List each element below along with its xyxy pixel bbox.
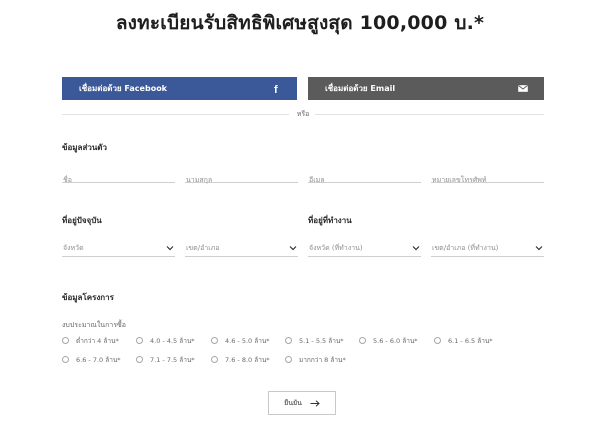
phone-input[interactable] — [431, 172, 545, 188]
budget-radio[interactable]: 6.6 - 7.0 ล้าน* — [62, 354, 121, 365]
budget-radio[interactable]: 7.1 - 7.5 ล้าน* — [136, 354, 195, 365]
radio-circle[interactable] — [359, 337, 366, 344]
current-district-select[interactable]: เขต/อำเภอ — [185, 241, 298, 257]
current-province-select[interactable]: จังหวัด — [62, 241, 175, 257]
budget-radio-label: 6.1 - 6.5 ล้าน* — [448, 336, 493, 345]
last-name-field[interactable] — [185, 167, 299, 188]
personal-info-title: ข้อมูลส่วนตัว — [62, 143, 107, 152]
budget-radio[interactable]: มากกว่า 8 ล้าน* — [285, 354, 346, 365]
budget-radio[interactable]: 5.6 - 6.0 ล้าน* — [359, 335, 418, 346]
project-info-title: ข้อมูลโครงการ — [62, 293, 114, 302]
budget-radio[interactable]: 7.6 - 8.0 ล้าน* — [211, 354, 270, 365]
radio-circle[interactable] — [136, 337, 143, 344]
work-address-title: ที่อยู่ที่ทำงาน — [308, 216, 352, 225]
radio-circle[interactable] — [285, 356, 292, 363]
submit-label: ยืนยัน — [284, 398, 302, 407]
divider-line-right — [315, 114, 544, 115]
facebook-connect-button[interactable]: เชื่อมต่อด้วย Facebook f — [62, 77, 297, 100]
budget-radio-label: 5.6 - 6.0 ล้าน* — [373, 336, 418, 345]
email-field[interactable] — [308, 167, 422, 188]
current-province-value: จังหวัด — [63, 244, 84, 252]
budget-radio-label: มากกว่า 8 ล้าน* — [299, 355, 346, 364]
radio-circle[interactable] — [62, 337, 69, 344]
arrow-right-icon — [310, 399, 320, 407]
budget-radio-label: 7.1 - 7.5 ล้าน* — [150, 355, 195, 364]
envelope-icon — [518, 77, 528, 100]
budget-radio[interactable]: 5.1 - 5.5 ล้าน* — [285, 335, 344, 346]
email-input[interactable] — [308, 172, 422, 188]
budget-radio[interactable]: ต่ำกว่า 4 ล้าน* — [62, 335, 119, 346]
email-connect-button[interactable]: เชื่อมต่อด้วย Email — [308, 77, 544, 100]
first-name-input[interactable] — [62, 172, 176, 188]
radio-circle[interactable] — [285, 337, 292, 344]
work-district-value: เขต/อำเภอ (ที่ทำงาน) — [432, 244, 499, 252]
radio-circle[interactable] — [434, 337, 441, 344]
facebook-connect-label: เชื่อมต่อด้วย Facebook — [79, 84, 168, 93]
page-title: ลงทะเบียนรับสิทธิพิเศษสูงสุด 100,000 บ.* — [115, 12, 485, 34]
budget-radio-label: ต่ำกว่า 4 ล้าน* — [76, 336, 119, 345]
email-connect-label: เชื่อมต่อด้วย Email — [325, 84, 396, 93]
svg-text:f: f — [274, 84, 278, 94]
budget-radio-label: 5.1 - 5.5 ล้าน* — [299, 336, 344, 345]
first-name-field[interactable] — [62, 167, 176, 188]
facebook-icon: f — [273, 77, 281, 100]
budget-radio-label: 4.0 - 4.5 ล้าน* — [150, 336, 195, 345]
budget-radio-label: 7.6 - 8.0 ล้าน* — [225, 355, 270, 364]
or-divider: หรือ — [62, 107, 544, 121]
budget-title: งบประมาณในการซื้อ — [62, 321, 126, 329]
chevron-down-icon — [166, 246, 174, 251]
budget-radio-label: 6.6 - 7.0 ล้าน* — [76, 355, 121, 364]
budget-radio[interactable]: 4.6 - 5.0 ล้าน* — [211, 335, 270, 346]
budget-radio[interactable]: 4.0 - 4.5 ล้าน* — [136, 335, 195, 346]
budget-radio-label: 4.6 - 5.0 ล้าน* — [225, 336, 270, 345]
budget-radio[interactable]: 6.1 - 6.5 ล้าน* — [434, 335, 493, 346]
radio-circle[interactable] — [211, 337, 218, 344]
last-name-input[interactable] — [185, 172, 299, 188]
current-address-title: ที่อยู่ปัจจุบัน — [62, 216, 102, 225]
phone-field[interactable] — [431, 167, 545, 188]
chevron-down-icon — [412, 246, 420, 251]
current-district-value: เขต/อำเภอ — [186, 244, 220, 252]
chevron-down-icon — [535, 246, 543, 251]
submit-button[interactable]: ยืนยัน — [268, 391, 336, 415]
work-province-select[interactable]: จังหวัด (ที่ทำงาน) — [308, 241, 421, 257]
radio-circle[interactable] — [211, 356, 218, 363]
chevron-down-icon — [289, 246, 297, 251]
radio-circle[interactable] — [62, 356, 69, 363]
work-province-value: จังหวัด (ที่ทำงาน) — [309, 244, 363, 252]
radio-circle[interactable] — [136, 356, 143, 363]
work-district-select[interactable]: เขต/อำเภอ (ที่ทำงาน) — [431, 241, 544, 257]
